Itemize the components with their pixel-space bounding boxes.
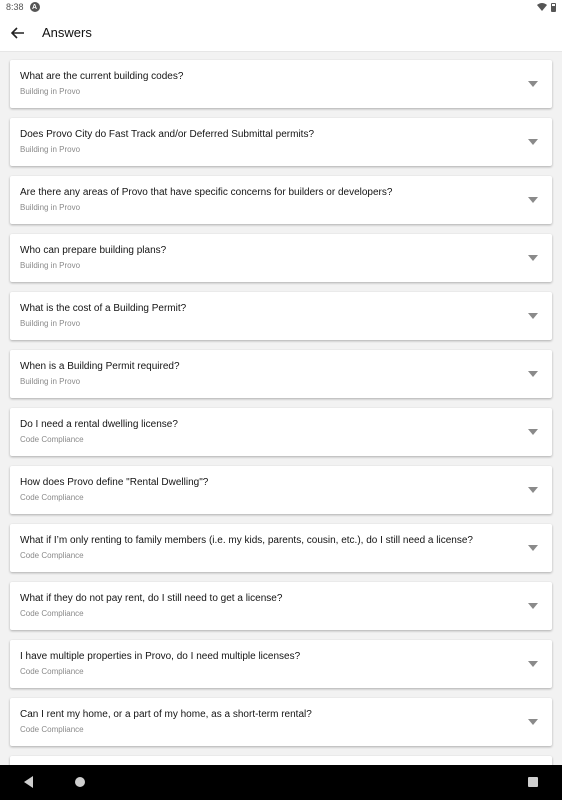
chevron-down-icon[interactable] [528,371,538,377]
faq-item[interactable]: When is a Building Permit required? Buil… [10,350,552,398]
faq-category: Building in Provo [20,319,81,328]
faq-item[interactable]: I have multiple properties in Provo, do … [10,640,552,688]
faq-category: Code Compliance [20,551,84,560]
faq-item[interactable]: Can I rent my home, or a part of my home… [10,698,552,746]
chevron-down-icon[interactable] [528,139,538,145]
status-bar: 8:38 A [0,0,562,14]
chevron-down-icon[interactable] [528,197,538,203]
nav-home-icon[interactable] [75,777,85,787]
faq-question: What if they do not pay rent, do I still… [20,593,283,604]
status-time: 8:38 [6,2,24,12]
faq-category: Code Compliance [20,725,84,734]
chevron-down-icon[interactable] [528,603,538,609]
faq-category: Building in Provo [20,261,81,270]
chevron-down-icon[interactable] [528,487,538,493]
faq-item[interactable]: What if I’m only renting to family membe… [10,524,552,572]
faq-question: Are there any areas of Provo that have s… [20,187,393,198]
faq-question: How does Provo define "Rental Dwelling"? [20,477,209,488]
system-nav-bar [0,765,562,800]
chevron-down-icon[interactable] [528,81,538,87]
chevron-down-icon[interactable] [528,429,538,435]
faq-category: Code Compliance [20,435,84,444]
faq-question: What if I’m only renting to family membe… [20,535,473,546]
faq-question: Can I rent my home, or a part of my home… [20,709,312,720]
chevron-down-icon[interactable] [528,661,538,667]
nav-back-icon[interactable] [24,776,33,788]
faq-question: What are the current building codes? [20,71,184,82]
chevron-down-icon[interactable] [528,545,538,551]
page-title: Answers [42,25,92,40]
faq-item[interactable]: How does Provo define "Rental Dwelling"?… [10,466,552,514]
faq-item[interactable]: What are the current building codes? Bui… [10,60,552,108]
faq-question: Do I need a rental dwelling license? [20,419,178,430]
faq-item-partial[interactable] [10,756,552,765]
faq-category: Building in Provo [20,203,81,212]
faq-category: Code Compliance [20,609,84,618]
faq-item[interactable]: What if they do not pay rent, do I still… [10,582,552,630]
faq-category: Building in Provo [20,377,81,386]
faq-category: Code Compliance [20,667,84,676]
faq-category: Building in Provo [20,87,81,96]
app-bar: Answers [0,14,562,52]
notification-badge-icon: A [29,2,40,12]
arrow-left-icon [11,26,24,39]
back-button[interactable] [6,21,30,45]
status-indicators [537,2,556,12]
nav-recents-icon[interactable] [528,777,538,787]
faq-item[interactable]: Are there any areas of Provo that have s… [10,176,552,224]
chevron-down-icon[interactable] [528,719,538,725]
faq-item[interactable]: What is the cost of a Building Permit? B… [10,292,552,340]
faq-item[interactable]: Who can prepare building plans? Building… [10,234,552,282]
chevron-down-icon[interactable] [528,313,538,319]
answers-list[interactable]: What are the current building codes? Bui… [0,52,562,765]
faq-question: When is a Building Permit required? [20,361,180,372]
chevron-down-icon[interactable] [528,255,538,261]
faq-question: Who can prepare building plans? [20,245,167,256]
faq-question: What is the cost of a Building Permit? [20,303,187,314]
faq-category: Code Compliance [20,493,84,502]
faq-item[interactable]: Does Provo City do Fast Track and/or Def… [10,118,552,166]
faq-item[interactable]: Do I need a rental dwelling license? Cod… [10,408,552,456]
faq-question: I have multiple properties in Provo, do … [20,651,301,662]
battery-icon [551,2,556,12]
faq-question: Does Provo City do Fast Track and/or Def… [20,129,315,140]
faq-category: Building in Provo [20,145,81,154]
wifi-icon [537,3,547,11]
